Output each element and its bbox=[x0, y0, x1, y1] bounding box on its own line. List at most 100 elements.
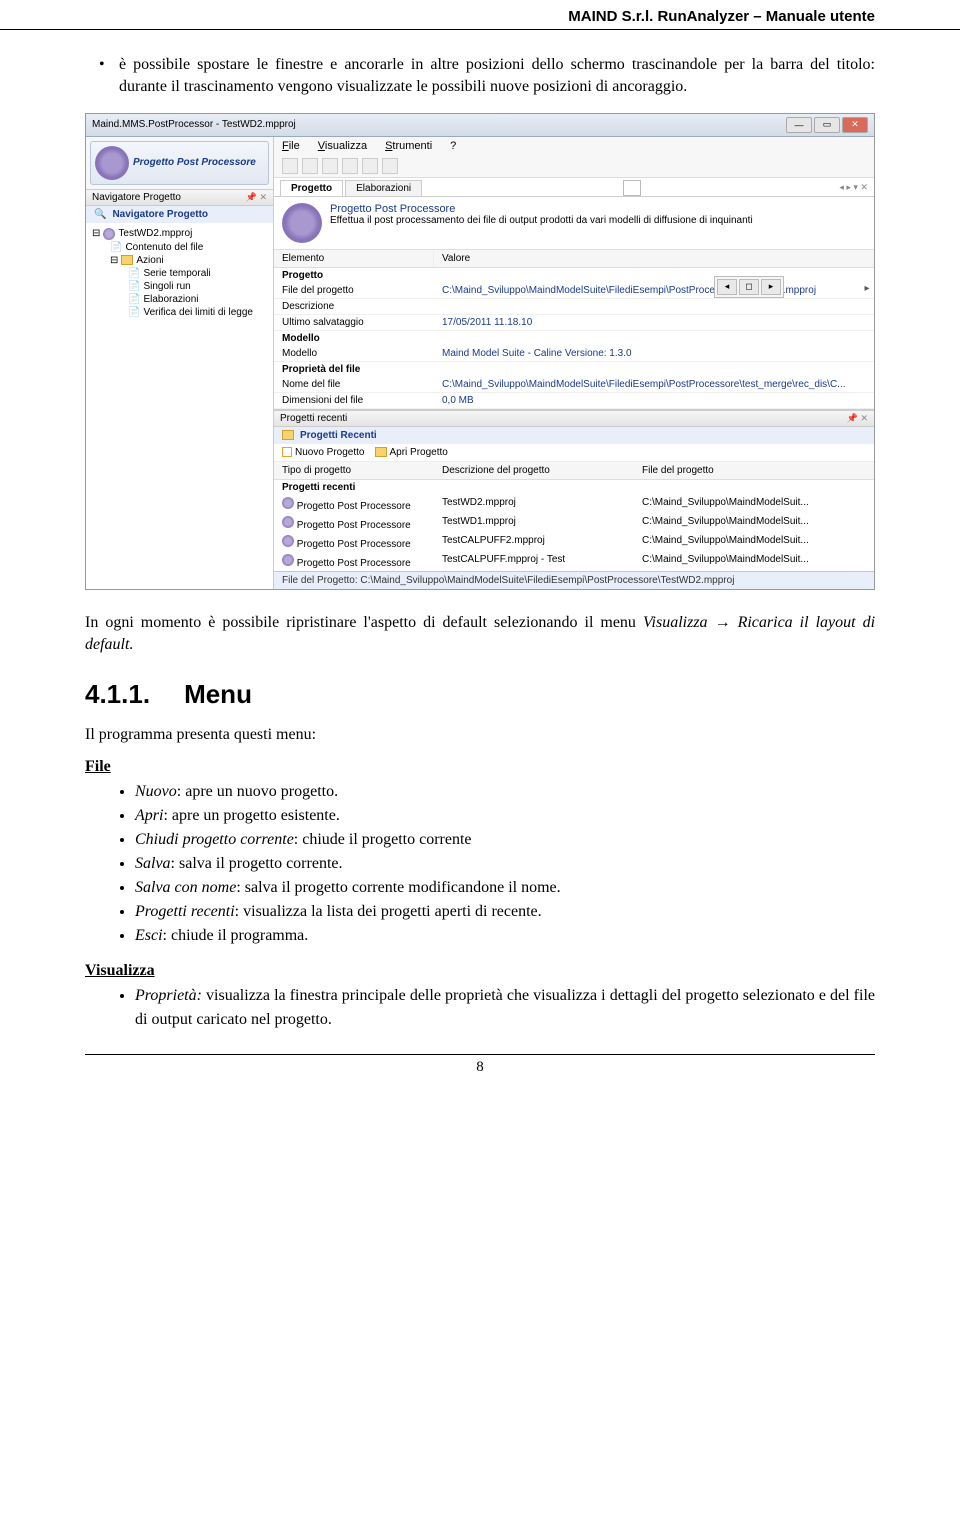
recent-col-file: File del progetto bbox=[634, 462, 874, 479]
grid-section-progetto: Progetto bbox=[274, 268, 874, 283]
tree-item[interactable]: 📄 Serie temporali bbox=[92, 267, 267, 280]
gear-icon bbox=[282, 516, 294, 528]
navigator-panel-title: Navigatore Progetto bbox=[92, 192, 181, 203]
tab-dock-icon[interactable] bbox=[623, 180, 641, 196]
grid-cell: Ultimo salvataggio bbox=[274, 315, 434, 330]
gear-icon bbox=[95, 146, 129, 180]
gear-icon bbox=[282, 535, 294, 547]
folder-icon bbox=[282, 430, 294, 440]
file-menu-heading: File bbox=[85, 758, 875, 776]
recent-row[interactable]: Progetto Post ProcessoreTestWD2.mpprojC:… bbox=[274, 495, 874, 514]
recent-col-desc: Descrizione del progetto bbox=[434, 462, 634, 479]
recent-panel-header: Progetti recenti 📌 ✕ bbox=[274, 410, 874, 427]
tab-elaborazioni[interactable]: Elaborazioni bbox=[345, 180, 422, 196]
gear-icon bbox=[103, 228, 115, 240]
toolbar-settings-icon[interactable] bbox=[342, 158, 358, 174]
gear-icon bbox=[282, 554, 294, 566]
visualizza-menu-heading: Visualizza bbox=[85, 962, 875, 980]
ribbon-project[interactable]: Progetto Post Processore bbox=[90, 141, 269, 185]
list-item: Apri: apre un progetto esistente. bbox=[135, 804, 875, 828]
info-title: Progetto Post Processore bbox=[330, 203, 753, 215]
properties-grid: Elemento Valore Progetto File del proget… bbox=[274, 250, 874, 409]
recent-section-label: Progetti recenti bbox=[274, 480, 874, 495]
section-heading-411: 4.1.1.Menu bbox=[85, 679, 875, 710]
window-titlebar[interactable]: Maind.MMS.PostProcessor - TestWD2.mpproj… bbox=[86, 114, 874, 137]
paragraph-after-screenshot: In ogni momento è possibile ripristinare… bbox=[85, 612, 875, 657]
grid-cell: Maind Model Suite - Caline Versione: 1.3… bbox=[434, 346, 874, 361]
navigator-subheader-text: Navigatore Progetto bbox=[112, 209, 208, 220]
grid-cell: C:\Maind_Sviluppo\MaindModelSuite\Filedi… bbox=[434, 283, 860, 298]
tree-item[interactable]: 📄 Elaborazioni bbox=[92, 293, 267, 306]
grid-cell: Dimensioni del file bbox=[274, 393, 434, 408]
grid-section-modello: Modello bbox=[274, 331, 874, 346]
toolbar-save-icon[interactable] bbox=[322, 158, 338, 174]
list-item: Esci: chiude il programma. bbox=[135, 924, 875, 948]
grid-section-proprieta: Proprietà del file bbox=[274, 362, 874, 377]
close-button[interactable]: ✕ bbox=[842, 117, 868, 133]
new-project-button[interactable]: Nuovo Progetto bbox=[282, 447, 365, 458]
page-footer: 8 bbox=[85, 1054, 875, 1076]
navigator-subheader: 🔍 Navigatore Progetto bbox=[86, 206, 273, 223]
tab-progetto[interactable]: Progetto bbox=[280, 180, 343, 196]
tab-pin[interactable]: ◂ ▸ ▾ ✕ bbox=[839, 182, 868, 193]
list-item: Chiudi progetto corrente: chiude il prog… bbox=[135, 828, 875, 852]
maximize-button[interactable]: ▭ bbox=[814, 117, 840, 133]
dock-left-icon[interactable]: ◂ bbox=[717, 279, 737, 295]
recent-subheader: Progetti Recenti bbox=[274, 427, 874, 444]
dock-center-icon[interactable]: ◻ bbox=[739, 279, 759, 295]
grid-cell: 17/05/2011 11.18.10 bbox=[434, 315, 874, 330]
visualizza-menu-list: Proprietà: visualizza la finestra princi… bbox=[85, 984, 875, 1032]
minimize-button[interactable]: — bbox=[786, 117, 812, 133]
grid-cell: 0,0 MB bbox=[434, 393, 874, 408]
pin-icon[interactable]: 📌 ✕ bbox=[246, 192, 267, 203]
folder-icon bbox=[121, 255, 133, 265]
dock-right-icon[interactable]: ▸ bbox=[761, 279, 781, 295]
tree-item[interactable]: 📄 Verifica dei limiti di legge bbox=[92, 306, 267, 319]
gear-icon bbox=[282, 203, 322, 243]
recent-row[interactable]: Progetto Post ProcessoreTestCALPUFF2.mpp… bbox=[274, 533, 874, 552]
menu-intro-text: Il programma presenta questi menu: bbox=[85, 724, 875, 746]
ribbon-label: Progetto Post Processore bbox=[133, 157, 256, 168]
pin-icon[interactable]: 📌 ✕ bbox=[847, 413, 868, 424]
recent-subheader-text: Progetti Recenti bbox=[300, 430, 377, 441]
grid-cell: Descrizione bbox=[274, 299, 434, 314]
intro-bullet: è possibile spostare le finestre e ancor… bbox=[85, 54, 875, 99]
toolbar-view-icon[interactable] bbox=[362, 158, 378, 174]
toolbar-help-icon[interactable] bbox=[382, 158, 398, 174]
menu-file[interactable]: File bbox=[282, 140, 300, 152]
menubar: File Visualizza Strumenti ? bbox=[274, 137, 874, 155]
tree-item[interactable]: 📄 Contenuto del file bbox=[92, 241, 267, 254]
file-menu-list: Nuovo: apre un nuovo progetto.Apri: apre… bbox=[85, 780, 875, 948]
scroll-right-icon[interactable]: ▸ bbox=[860, 283, 874, 298]
tree-item[interactable]: ⊟ Azioni bbox=[92, 254, 267, 267]
tree-item[interactable]: 📄 Singoli run bbox=[92, 280, 267, 293]
nav-blue-icon: 🔍 bbox=[94, 209, 106, 220]
list-item: Nuovo: apre un nuovo progetto. bbox=[135, 780, 875, 804]
list-item: Proprietà: visualizza la finestra princi… bbox=[135, 984, 875, 1032]
navigator-panel-header: Navigatore Progetto 📌 ✕ bbox=[86, 189, 273, 206]
grid-cell: C:\Maind_Sviluppo\MaindModelSuite\Filedi… bbox=[434, 377, 874, 392]
grid-col-elemento: Elemento bbox=[274, 250, 434, 267]
toolbar-open-icon[interactable] bbox=[302, 158, 318, 174]
menu-help[interactable]: ? bbox=[450, 140, 456, 152]
menu-strumenti[interactable]: Strumenti bbox=[385, 140, 432, 152]
grid-col-valore: Valore bbox=[434, 250, 874, 267]
recent-row[interactable]: Progetto Post ProcessoreTestWD1.mpprojC:… bbox=[274, 514, 874, 533]
list-item: Progetti recenti: visualizza la lista de… bbox=[135, 900, 875, 924]
menu-visualizza[interactable]: Visualizza bbox=[318, 140, 367, 152]
grid-cell: File del progetto bbox=[274, 283, 434, 298]
open-project-button[interactable]: Apri Progetto bbox=[375, 447, 448, 458]
project-tree[interactable]: ⊟ TestWD2.mpproj 📄 Contenuto del file ⊟ … bbox=[86, 223, 273, 589]
document-icon bbox=[282, 447, 292, 457]
tree-root[interactable]: ⊟ TestWD2.mpproj bbox=[92, 227, 267, 241]
list-item: Salva: salva il progetto corrente. bbox=[135, 852, 875, 876]
statusbar: File del Progetto: C:\Maind_Sviluppo\Mai… bbox=[274, 571, 874, 589]
window-title: Maind.MMS.PostProcessor - TestWD2.mpproj bbox=[92, 119, 296, 130]
recent-row[interactable]: Progetto Post ProcessoreTestCALPUFF.mppr… bbox=[274, 552, 874, 571]
grid-cell: Nome del file bbox=[274, 377, 434, 392]
tabs: Progetto Elaborazioni ◂ ▸ ▾ ✕ bbox=[274, 178, 874, 197]
docking-guide[interactable]: ◂ ◻ ▸ bbox=[714, 276, 784, 298]
recent-projects-panel: Progetti recenti 📌 ✕ Progetti Recenti Nu… bbox=[274, 409, 874, 571]
toolbar-new-icon[interactable] bbox=[282, 158, 298, 174]
doc-header: MAIND S.r.l. RunAnalyzer – Manuale utent… bbox=[0, 0, 960, 30]
